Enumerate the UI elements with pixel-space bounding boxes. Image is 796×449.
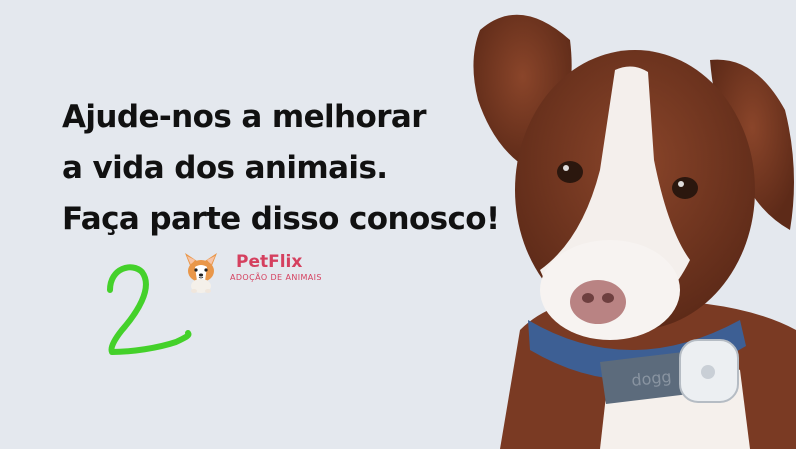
banner: Ajude-nos a melhorar a vida dos animais.… xyxy=(0,0,796,449)
logo-name: PetFlix xyxy=(236,252,303,272)
puppy-photo: dogg xyxy=(473,14,796,449)
logo-tagline: ADOÇÃO DE ANIMAIS xyxy=(230,273,322,282)
handwritten-number-annotation xyxy=(107,264,192,355)
petflix-logo: PetFlix ADOÇÃO DE ANIMAIS xyxy=(176,244,336,296)
